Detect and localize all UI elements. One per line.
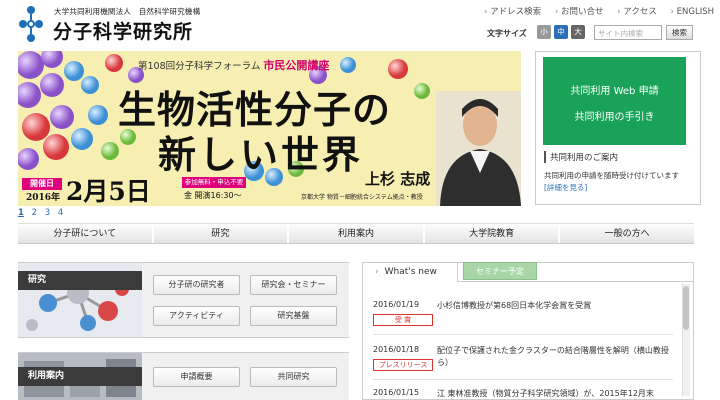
banner-date: 2月5日 bbox=[66, 177, 151, 206]
molecule-logo-icon[interactable] bbox=[17, 4, 45, 44]
banner-free-label: 参加無料・申込不要 bbox=[182, 177, 246, 188]
usage-section-label: 利用案内 bbox=[18, 367, 142, 386]
tab-whats-new[interactable]: What's new bbox=[362, 262, 458, 282]
site-title[interactable]: 分子科学研究所 bbox=[53, 17, 193, 44]
nav-about[interactable]: 分子研について bbox=[18, 224, 154, 243]
address-search-link[interactable]: アドレス検索 bbox=[484, 7, 541, 17]
joint-use-box bbox=[543, 57, 686, 145]
english-link[interactable]: ENGLISH bbox=[671, 7, 714, 17]
research-section-label: 研究 bbox=[18, 271, 142, 290]
pager-item[interactable]: 3 bbox=[45, 208, 50, 218]
banner-forum-line: 第108回分子科学フォーラム 市民公開講座 bbox=[138, 59, 330, 72]
banner-year: 2016年 bbox=[26, 193, 61, 203]
main-nav: 分子研について 研究 利用案内 大学院教育 一般の方へ bbox=[18, 223, 694, 244]
banner-title-line2: 新しい世界 bbox=[158, 132, 364, 177]
banner-affiliation: 京都大学 物質－細胞統合システム拠点・教授 bbox=[301, 194, 423, 201]
news-divider bbox=[373, 334, 673, 335]
org-parent-name: 大学共同利用機関法人 自然科学研究機構 bbox=[54, 7, 201, 16]
research-infrastructure-button[interactable]: 研究基盤 bbox=[250, 306, 337, 326]
font-size-medium-button[interactable]: 中 bbox=[554, 25, 568, 39]
news-text[interactable]: 江 東林准教授（物質分子科学研究領域）が、2015年12月末 bbox=[437, 388, 673, 400]
news-divider bbox=[373, 379, 673, 380]
nav-research[interactable]: 研究 bbox=[154, 224, 290, 243]
pager-item[interactable]: 4 bbox=[58, 208, 63, 218]
news-item[interactable]: 2016/01/15 江 東林准教授（物質分子科学研究領域）が、2015年12月… bbox=[373, 388, 673, 400]
pager-item[interactable]: 1 bbox=[18, 208, 24, 218]
joint-use-notice-body: 共同利用の申請を随時受け付けています bbox=[544, 171, 679, 180]
nav-graduate-education[interactable]: 大学院教育 bbox=[425, 224, 561, 243]
researchers-button[interactable]: 分子研の研究者 bbox=[153, 275, 240, 295]
activities-button[interactable]: アクティビティ bbox=[153, 306, 240, 326]
font-size-label: 文字サイズ bbox=[487, 29, 527, 38]
joint-use-details-link[interactable]: [詳細を見る] bbox=[544, 182, 587, 193]
news-item[interactable]: 2016/01/18 配位子で保護された金クラスターの結合階層性を解明（横山教授… bbox=[373, 345, 673, 375]
font-size-small-button[interactable]: 小 bbox=[537, 25, 551, 39]
news-text[interactable]: 小杉信博教授が第68回日本化学会賞を受賞 bbox=[437, 300, 677, 312]
nav-usage[interactable]: 利用案内 bbox=[289, 224, 425, 243]
nav-public[interactable]: 一般の方へ bbox=[560, 224, 694, 243]
access-link[interactable]: アクセス bbox=[617, 7, 657, 17]
contact-link[interactable]: お問い合せ bbox=[555, 7, 604, 17]
joint-use-notice-title: 共同利用のご案内 bbox=[544, 151, 618, 163]
news-tag: 受 賞 bbox=[373, 314, 433, 326]
tab-seminar-schedule[interactable]: セミナー予定 bbox=[463, 262, 537, 280]
application-overview-button[interactable]: 申請概要 bbox=[153, 367, 240, 387]
news-date: 2016/01/18 bbox=[373, 345, 420, 354]
search-button[interactable]: 検索 bbox=[666, 25, 693, 40]
news-tag: プレスリリース bbox=[373, 359, 433, 371]
banner-pager: 1 2 3 4 bbox=[18, 208, 68, 218]
font-size-large-button[interactable]: 大 bbox=[571, 25, 585, 39]
news-date: 2016/01/19 bbox=[373, 300, 420, 309]
news-scroll-thumb[interactable] bbox=[683, 286, 689, 330]
banner-open-label: 開催日 bbox=[22, 178, 62, 190]
banner-time: 金 開演16:30～ bbox=[184, 191, 242, 200]
utility-links: アドレス検索 お問い合せ アクセス ENGLISH bbox=[484, 5, 720, 17]
news-text[interactable]: 配位子で保護された金クラスターの結合階層性を解明（横山教授ら） bbox=[437, 345, 677, 369]
site-search-input[interactable]: サイト内検索 bbox=[594, 25, 662, 40]
joint-research-button[interactable]: 共同研究 bbox=[250, 367, 337, 387]
joint-use-web-application-link[interactable]: 共同利用 Web 申請 bbox=[543, 82, 686, 97]
event-banner[interactable]: 第108回分子科学フォーラム 市民公開講座 生物活性分子の 新しい世界 開催日 … bbox=[18, 51, 521, 206]
news-item[interactable]: 2016/01/19 小杉信博教授が第68回日本化学会賞を受賞 受 賞 bbox=[373, 300, 673, 330]
news-date: 2016/01/15 bbox=[373, 388, 420, 397]
pager-item[interactable]: 2 bbox=[32, 208, 37, 218]
banner-speaker: 上杉 志成 bbox=[365, 170, 431, 188]
joint-use-guide-link[interactable]: 共同利用の手引き bbox=[543, 108, 686, 123]
seminars-button[interactable]: 研究会・セミナー bbox=[250, 275, 337, 295]
